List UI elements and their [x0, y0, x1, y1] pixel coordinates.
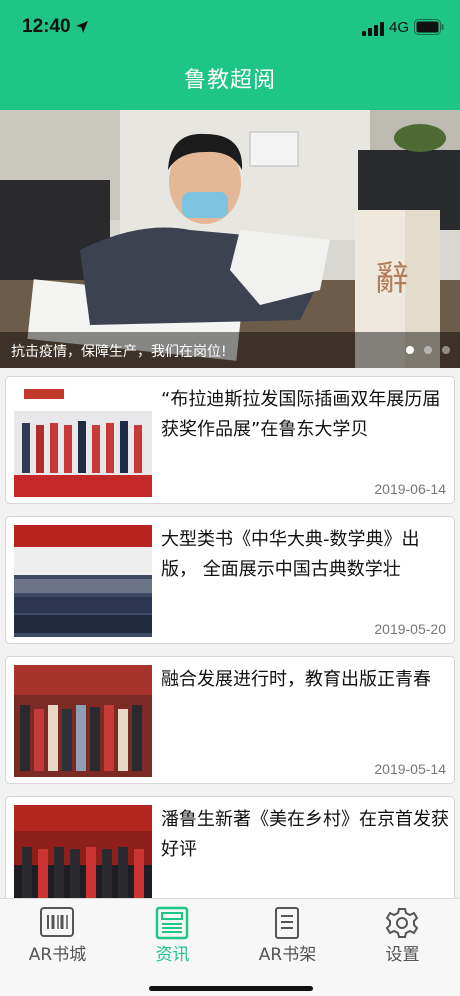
banner-image: 辭 — [0, 110, 460, 368]
bookshelf-icon — [275, 907, 299, 939]
carousel-dot[interactable] — [424, 346, 432, 354]
carousel-indicator — [406, 346, 450, 354]
banner-caption-bar: 抗击疫情，保障生产，我们在岗位! — [0, 332, 460, 368]
news-item[interactable]: 大型类书《中华大典-数学典》出版， 全面展示中国古典数学壮 2019-05-20 — [5, 516, 455, 644]
news-title: “布拉迪斯拉发国际插画双年展历届获奖作品展”在鲁东大学贝 — [161, 389, 441, 440]
svg-text:辭: 辭 — [375, 259, 409, 299]
news-item[interactable]: “布拉迪斯拉发国际插画双年展历届获奖作品展”在鲁东大学贝 2019-06-14 — [5, 376, 455, 504]
carousel-dot[interactable] — [442, 346, 450, 354]
banner-carousel[interactable]: 辭 抗击疫情，保障生产，我们在岗位! — [0, 110, 460, 368]
news-icon — [155, 906, 189, 940]
network-type: 4G — [389, 19, 410, 36]
news-date: 2019-06-14 — [374, 481, 446, 497]
news-date: 2019-05-14 — [374, 761, 446, 777]
tab-ar-books[interactable]: AR书城 — [0, 899, 115, 969]
barcode-store-icon — [40, 907, 74, 937]
gear-icon — [385, 908, 419, 938]
status-time: 12:40 — [22, 16, 71, 37]
news-date: 2019-05-20 — [374, 621, 446, 637]
news-title: 融合发展进行时，教育出版正青春 — [161, 669, 431, 690]
status-bar: 12:40 4G — [0, 0, 460, 56]
tab-bar: AR书城 资讯 AR书架 设置 — [0, 898, 460, 996]
news-title: 大型类书《中华大典-数学典》出版， 全面展示中国古典数学壮 — [161, 529, 420, 580]
news-item[interactable]: 融合发展进行时，教育出版正青春 2019-05-14 — [5, 656, 455, 784]
news-thumbnail — [14, 665, 152, 777]
app-header: 12:40 4G 鲁教超阅 — [0, 0, 460, 110]
cellular-signal-icon — [362, 22, 384, 36]
banner-caption: 抗击疫情，保障生产，我们在岗位! — [11, 344, 227, 360]
tab-ar-shelf[interactable]: AR书架 — [230, 899, 345, 969]
tab-news[interactable]: 资讯 — [115, 899, 230, 969]
news-thumbnail — [14, 385, 152, 497]
home-indicator[interactable] — [149, 986, 313, 991]
tab-label: AR书城 — [28, 945, 87, 965]
carousel-dot[interactable] — [406, 346, 414, 354]
battery-icon — [414, 19, 444, 35]
news-thumbnail — [14, 525, 152, 637]
tab-settings[interactable]: 设置 — [345, 899, 460, 969]
news-title: 潘鲁生新著《美在乡村》在京首发获好评 — [161, 809, 449, 860]
tab-label: 资讯 — [155, 945, 190, 965]
tab-label: 设置 — [385, 945, 420, 965]
tab-label: AR书架 — [258, 945, 317, 965]
location-arrow-icon — [76, 21, 88, 33]
page-title: 鲁教超阅 — [183, 68, 276, 93]
